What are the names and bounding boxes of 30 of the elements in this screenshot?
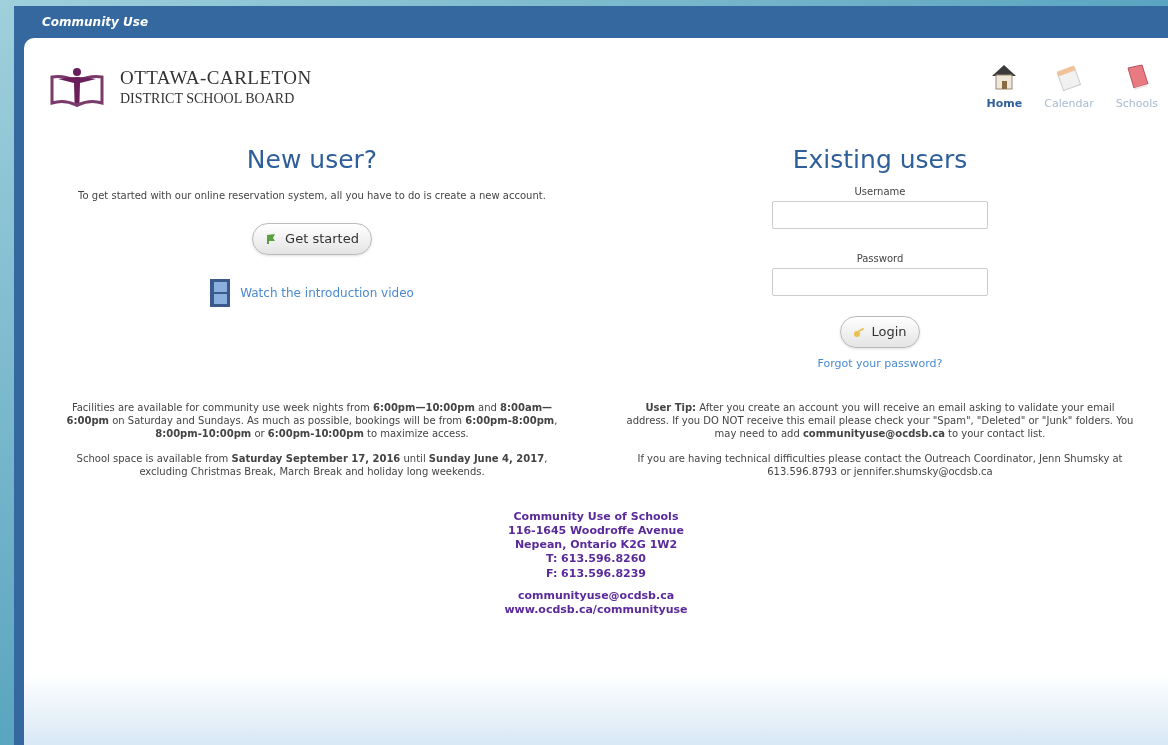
nav-item[interactable]: Home	[986, 62, 1023, 113]
new-user-heading: New user?	[246, 143, 378, 176]
email-link[interactable]: communityuse@ocdsb.ca	[517, 589, 675, 604]
address-line: F: 613.596.8239	[545, 566, 646, 581]
login-button[interactable]: Login	[840, 316, 920, 348]
key-icon	[853, 326, 866, 338]
address-line: T: 613.596.8260	[546, 552, 646, 567]
intro-text: To get started with our online reservation system, all you have to do is create a new account.	[77, 189, 547, 203]
window-title: Community Use	[42, 14, 149, 31]
logo-title: OTTAWA-CARLETON	[120, 66, 312, 90]
password-field[interactable]	[772, 268, 988, 296]
website-link[interactable]: www.ocdsb.ca/communityuse	[504, 603, 688, 618]
logo-icon	[48, 66, 106, 107]
get-started-button[interactable]: Get started	[252, 223, 372, 255]
forgot-password-link[interactable]: Forgot your password?	[817, 356, 943, 373]
username-field[interactable]	[772, 201, 988, 229]
info-paragraph: School space is available from Saturday September 17, 2016 until Sunday June 4, 2017, excluding Christmas Break, March Break and holiday long weekends.	[75, 451, 549, 478]
info-paragraph: If you are having technical difficulties please contact the Outreach Coordinator, Jenn Shumsky at 613.596.8793 or jennifer.shumsky@ocdsb.ca	[636, 451, 1124, 478]
info-paragraph: User Tip: After you create an account you will receive an email asking to validate your email address. If you DO NOT receive this email please check your "Spam", "Deleted" or "Junk" folders. You may need to add communityuse@ocdsb.ca to your contact list.	[626, 400, 1134, 440]
logo-subtitle: DISTRICT SCHOOL BOARD	[120, 89, 296, 108]
video-link[interactable]: Watch the introduction video	[240, 284, 414, 302]
password-label: Password	[856, 252, 904, 266]
flag-icon	[265, 233, 278, 245]
address-line: 116-1645 Woodroffe Avenue	[508, 523, 684, 539]
address-line: Nepean, Ontario K2G 1W2	[514, 538, 678, 553]
info-paragraph: Facilities are available for community use week nights from 6:00pm—10:00pm and 8:00am—6:00pm on Saturday and Sundays. As much as possible, bookings will be from 6:00pm-8:00pm, 8:00pm-10:00pm or 6:00pm-10:00pm to maximize access.	[65, 400, 559, 440]
username-label: Username	[854, 185, 906, 199]
film-icon	[210, 279, 231, 307]
address-line: Community Use of Schools	[513, 509, 679, 524]
existing-users-heading: Existing users	[792, 143, 968, 176]
